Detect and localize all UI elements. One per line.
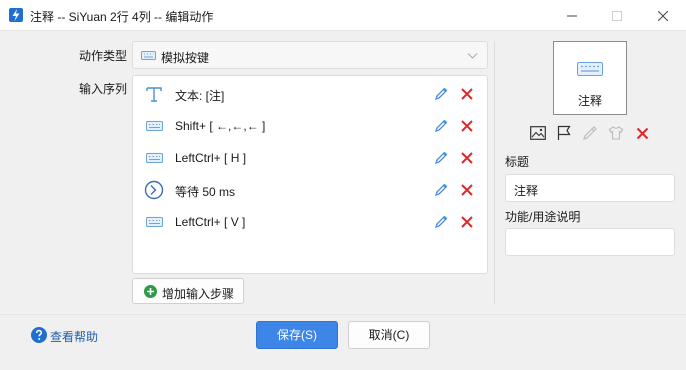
shirt-button[interactable] xyxy=(607,124,625,142)
description-input[interactable] xyxy=(505,228,675,256)
maximize-icon xyxy=(612,10,622,21)
title-input-value: 注释 xyxy=(514,184,539,198)
step-text: LeftCtrl+ [ V ] xyxy=(175,215,246,229)
action-type-value: 模拟按键 xyxy=(161,51,210,65)
action-type-select[interactable]: 模拟按键 xyxy=(132,41,488,69)
title-input[interactable]: 注释 xyxy=(505,174,675,202)
text-icon xyxy=(143,84,165,104)
delete-icon[interactable] xyxy=(460,183,474,197)
maximize-button[interactable] xyxy=(594,0,640,31)
eyedropper-icon xyxy=(583,126,597,140)
pencil-icon[interactable] xyxy=(433,182,449,198)
clock-icon xyxy=(143,180,165,200)
preview-caption: 注释 xyxy=(577,94,602,108)
pencil-icon[interactable] xyxy=(433,86,449,102)
image-button[interactable] xyxy=(529,124,547,142)
keyboard-icon xyxy=(577,62,603,76)
flag-icon xyxy=(557,125,571,140)
add-input-step-label: 增加输入步骤 xyxy=(162,287,235,301)
button-preview[interactable]: 注释 xyxy=(553,41,627,115)
window-title: 注释 -- SiYuan 2行 4列 -- 编辑动作 xyxy=(30,10,214,24)
flag-button[interactable] xyxy=(555,124,573,142)
delete-icon xyxy=(636,127,648,139)
close-window-button[interactable] xyxy=(640,0,686,31)
step-text: 文本: [注] xyxy=(175,89,225,103)
action-type-label: 动作类型 xyxy=(79,49,128,63)
pencil-icon[interactable] xyxy=(433,150,449,166)
footer-divider xyxy=(0,314,686,315)
title-label: 标题 xyxy=(505,155,530,169)
add-input-step-button[interactable]: 增加输入步骤 xyxy=(132,278,244,304)
image-icon xyxy=(530,126,546,140)
chevron-down-icon xyxy=(467,53,478,59)
vertical-divider xyxy=(494,41,495,304)
cancel-button[interactable]: 取消(C) xyxy=(348,321,430,349)
keyboard-icon xyxy=(141,51,156,60)
keyboard-icon xyxy=(143,212,165,232)
minimize-icon xyxy=(567,15,577,16)
app-logo-icon xyxy=(9,8,23,22)
delete-icon[interactable] xyxy=(460,87,474,101)
input-sequence-label: 输入序列 xyxy=(79,82,128,96)
list-item[interactable]: 文本: [注] xyxy=(133,78,487,110)
plus-circle-icon xyxy=(144,285,157,298)
pencil-icon[interactable] xyxy=(433,214,449,230)
clear-style-button[interactable] xyxy=(633,124,651,142)
keyboard-icon xyxy=(143,148,165,168)
list-item[interactable]: LeftCtrl+ [ V ] xyxy=(133,206,487,238)
list-item[interactable]: Shift+ [ ←,←,← ] xyxy=(133,110,487,142)
list-item[interactable]: LeftCtrl+ [ H ] xyxy=(133,142,487,174)
description-label: 功能/用途说明 xyxy=(505,210,581,224)
minimize-button[interactable] xyxy=(549,0,595,31)
pencil-icon[interactable] xyxy=(433,118,449,134)
shirt-icon xyxy=(608,126,624,140)
step-text: LeftCtrl+ [ H ] xyxy=(175,151,247,165)
keyboard-icon xyxy=(143,116,165,136)
step-text: 等待 50 ms xyxy=(175,185,236,199)
close-icon xyxy=(658,10,668,21)
help-link-label: 查看帮助 xyxy=(50,330,99,344)
title-bar: 注释 -- SiYuan 2行 4列 -- 编辑动作 xyxy=(0,0,686,31)
save-button[interactable]: 保存(S) xyxy=(256,321,338,349)
input-sequence-list: 文本: [注] Shift+ [ ←,←,← ] LeftCtrl+ [ H ]… xyxy=(132,75,488,274)
delete-icon[interactable] xyxy=(460,151,474,165)
help-icon xyxy=(31,327,47,343)
step-text: Shift+ [ ←,←,← ] xyxy=(175,119,266,133)
delete-icon[interactable] xyxy=(460,119,474,133)
delete-icon[interactable] xyxy=(460,215,474,229)
list-item[interactable]: 等待 50 ms xyxy=(133,174,487,206)
color-picker-button[interactable] xyxy=(581,124,599,142)
